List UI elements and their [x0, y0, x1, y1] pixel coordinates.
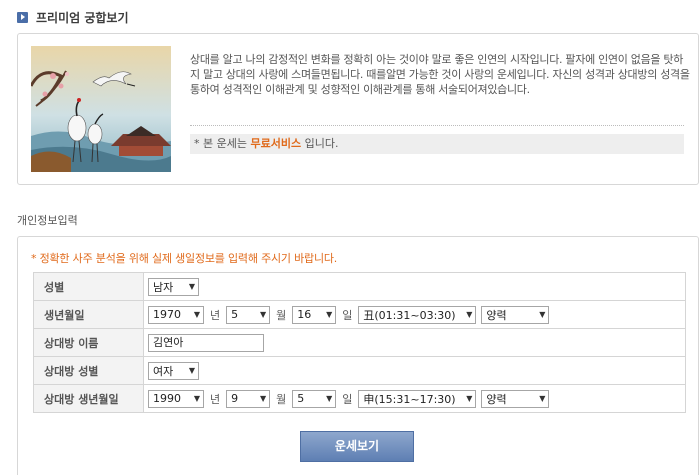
partner-birth-label: 상대방 생년월일 [33, 384, 144, 413]
partner-gender-label: 상대방 성별 [33, 356, 144, 385]
chevron-down-icon: ▼ [466, 310, 473, 319]
partner-day-select[interactable]: 5 ▼ [292, 389, 337, 408]
row-partner-name: 상대방 이름 김연아 [33, 328, 686, 357]
birth-month-select[interactable]: 5 ▼ [226, 305, 271, 324]
chevron-down-icon: ▼ [259, 310, 267, 319]
month-unit: 월 [276, 308, 287, 322]
intro-box: 상대를 알고 나의 감정적인 변화를 정확히 아는 것이야 말로 좋은 인연의 … [17, 33, 699, 185]
chevron-down-icon: ▼ [188, 366, 195, 375]
birth-label: 생년월일 [33, 300, 144, 329]
chevron-down-icon: ▼ [326, 310, 333, 319]
chevron-down-icon: ▼ [539, 310, 546, 319]
chevron-down-icon: ▼ [539, 394, 546, 403]
row-partner-gender: 상대방 성별 여자 ▼ [33, 356, 686, 385]
year-unit: 년 [210, 392, 221, 406]
partner-hour-select[interactable]: 申(15:31~17:30) ▼ [358, 389, 477, 408]
notice-suffix: 입니다. [301, 137, 339, 150]
page-title: 프리미엄 궁합보기 [36, 10, 129, 25]
info-table: 성별 남자 ▼ 생년월일 1970 ▼ 년 5 ▼ 월 16 ▼ 일 丑(01:31~03:30) ▼… [33, 272, 686, 413]
birth-year-select[interactable]: 1970 ▼ [148, 305, 204, 324]
row-gender: 성별 남자 ▼ [33, 272, 686, 301]
free-service-label: 무료서비스 [250, 137, 302, 150]
gender-select[interactable]: 남자 ▼ [148, 277, 199, 296]
partner-gender-select[interactable]: 여자 ▼ [148, 361, 199, 380]
intro-paragraph: 상대를 알고 나의 감정적인 변화를 정확히 아는 것이야 말로 좋은 인연의 … [190, 53, 690, 96]
chevron-down-icon: ▼ [188, 282, 195, 291]
view-fortune-button[interactable]: 운세보기 [300, 431, 414, 462]
day-unit: 일 [342, 308, 353, 322]
partner-name-label: 상대방 이름 [33, 328, 144, 357]
chevron-down-icon: ▼ [259, 394, 267, 403]
page-header: 프리미엄 궁합보기 [17, 9, 129, 25]
personal-info-form: * 정확한 사주 분석을 위해 실제 생일정보를 입력해 주시기 바랍니다. 성… [17, 236, 699, 475]
chevron-down-icon: ▼ [193, 394, 200, 403]
year-unit: 년 [210, 308, 221, 322]
notice-prefix: * 본 운세는 [194, 137, 251, 150]
partner-name-input[interactable]: 김연아 [148, 333, 264, 352]
play-icon [17, 11, 28, 23]
row-partner-birth: 상대방 생년월일 1990 ▼ 년 9 ▼ 월 5 ▼ 일 申(15:31~17:30) ▼ 양력 ▼ [33, 384, 686, 413]
partner-calendar-select[interactable]: 양력 ▼ [481, 389, 550, 408]
dotted-divider [190, 125, 684, 126]
form-hint: * 정확한 사주 분석을 위해 실제 생일정보를 입력해 주시기 바랍니다. [31, 252, 338, 265]
birth-hour-select[interactable]: 丑(01:31~03:30) ▼ [358, 305, 477, 324]
day-unit: 일 [342, 392, 353, 406]
partner-month-select[interactable]: 9 ▼ [226, 389, 271, 408]
chevron-down-icon: ▼ [466, 394, 473, 403]
free-service-notice: * 본 운세는 무료서비스 입니다. [190, 134, 684, 154]
gender-label: 성별 [33, 272, 144, 301]
birth-day-select[interactable]: 16 ▼ [292, 305, 337, 324]
chevron-down-icon: ▼ [326, 394, 333, 403]
row-birth: 생년월일 1970 ▼ 년 5 ▼ 월 16 ▼ 일 丑(01:31~03:30) ▼ 양력 ▼ [33, 300, 686, 329]
birth-calendar-select[interactable]: 양력 ▼ [481, 305, 550, 324]
partner-year-select[interactable]: 1990 ▼ [148, 389, 204, 408]
chevron-down-icon: ▼ [193, 310, 200, 319]
crane-illustration [31, 46, 171, 172]
section-label: 개인정보입력 [17, 214, 78, 227]
month-unit: 월 [276, 392, 287, 406]
